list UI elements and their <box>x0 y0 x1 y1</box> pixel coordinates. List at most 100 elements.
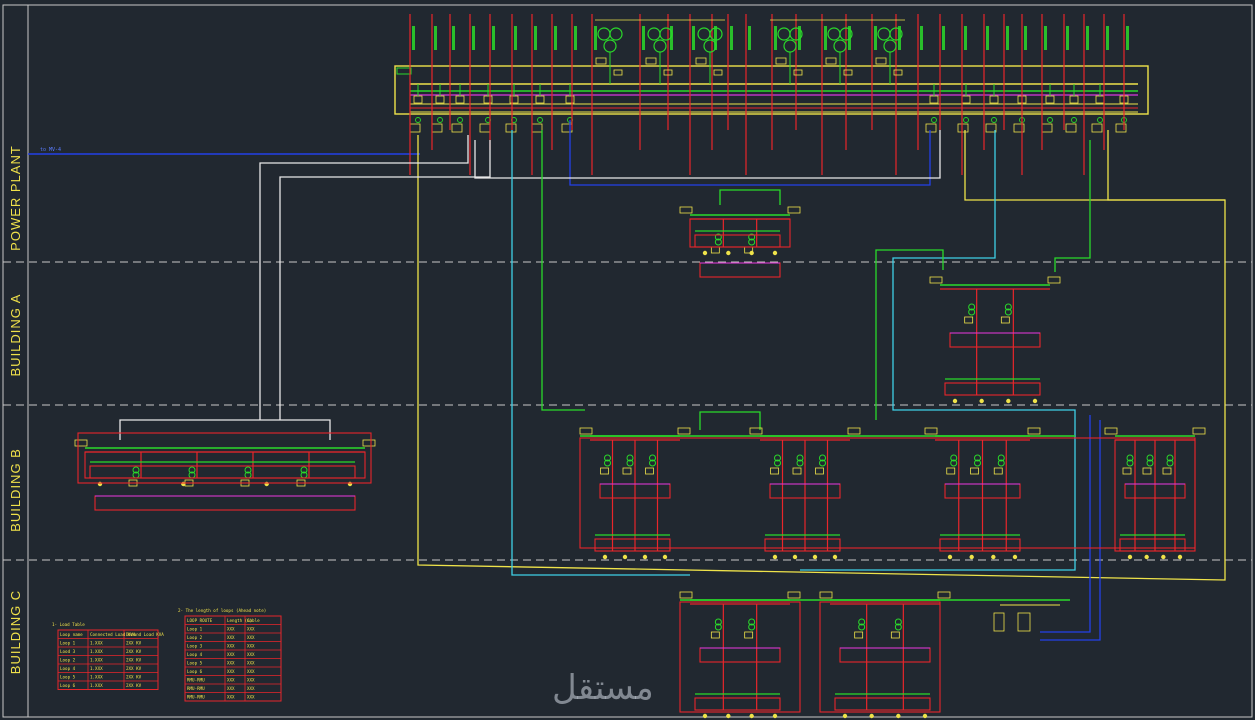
feeder-tag <box>942 26 945 50</box>
breaker-box <box>600 467 609 475</box>
feeder-tag <box>642 26 645 50</box>
feeder-tag <box>492 26 495 50</box>
rmu-box <box>1027 427 1041 435</box>
lv-panel <box>839 647 931 663</box>
incoming-feeder-label: to MV-4 <box>40 147 61 153</box>
lv-panel <box>834 697 931 711</box>
substation <box>924 427 1041 560</box>
table-cell: 2XX KV <box>126 666 142 671</box>
table-cell: Loop 6 <box>187 669 203 674</box>
table-cell: XXX <box>227 695 235 700</box>
feeder-routes <box>119 120 1226 641</box>
table-cell: Loop 4 <box>60 666 76 671</box>
cable-table-title: 2- The length of loops (Ahead note) <box>178 608 266 613</box>
breaker-box <box>993 467 1003 475</box>
feeder-tag <box>1044 26 1047 50</box>
table-cell: 2XX KV <box>126 658 142 663</box>
table-cell: XXX <box>227 678 235 683</box>
table-cell: XXX <box>247 695 255 700</box>
lv-panel <box>764 538 841 552</box>
rmu-box <box>847 427 861 435</box>
outgoing-marker <box>832 554 838 560</box>
outgoing-marker <box>602 554 608 560</box>
table-cell: XXX <box>227 627 235 632</box>
feeder-tag <box>1066 26 1069 50</box>
feeder-tag <box>1126 26 1129 50</box>
table-cell: Lood 3 <box>60 649 76 654</box>
feeder-tag <box>472 26 475 50</box>
substation <box>679 591 801 719</box>
rmu-box <box>1104 427 1118 435</box>
table-cell: RMU-RMU <box>187 686 205 691</box>
building-c-outline <box>679 601 801 713</box>
rmu-box <box>787 206 801 214</box>
table-cell: Loop 5 <box>187 661 203 666</box>
outgoing-marker <box>1006 398 1011 404</box>
outgoing-marker <box>969 554 974 560</box>
table-cell: XXX <box>247 669 255 674</box>
rmu-box <box>929 276 943 284</box>
table-cell: XXX <box>227 635 235 640</box>
outgoing-marker <box>662 554 668 560</box>
table-cell: XXX <box>227 669 235 674</box>
outgoing-marker <box>1127 554 1133 560</box>
feeder-tag <box>748 26 751 50</box>
breaker-box <box>970 467 979 475</box>
outgoing-marker <box>749 250 754 256</box>
outgoing-marker <box>772 554 778 560</box>
outgoing-marker <box>772 713 778 719</box>
outgoing-marker <box>726 250 731 256</box>
outgoing-marker <box>792 554 798 560</box>
zone-label-power-plant: POWER PLANT <box>8 145 23 251</box>
substation <box>819 591 951 719</box>
table-cell: XXX <box>247 652 255 657</box>
lv-panel <box>694 697 781 711</box>
table-cell: Loop 5 <box>60 675 76 680</box>
table-cell: Loop 2 <box>187 635 203 640</box>
rmu-box <box>1047 276 1061 284</box>
breaker-box <box>854 631 864 639</box>
load-table-title: 1- Load Table <box>52 622 85 627</box>
table-cell: XXX <box>227 661 235 666</box>
outgoing-marker <box>1161 554 1166 560</box>
table-cell: 1.XXX <box>90 666 103 671</box>
rmu-box <box>677 427 691 435</box>
outgoing-marker <box>812 554 818 560</box>
table-cell: RMU-RMU <box>187 678 205 683</box>
breaker-box <box>792 467 802 475</box>
feeder-tag <box>986 26 989 50</box>
table-cell: Loop 1 <box>187 627 203 632</box>
rmu-box <box>924 427 938 435</box>
feeder-tag <box>514 26 517 50</box>
outgoing-marker <box>922 713 928 719</box>
feeder-tag <box>534 26 537 50</box>
breaker-box <box>964 316 974 324</box>
table-cell: XXX <box>247 627 255 632</box>
table-cell: 2XX KV <box>126 649 142 654</box>
breaker-box <box>770 467 779 475</box>
table-header-cell: Loop name <box>60 632 83 637</box>
substation <box>1104 427 1206 560</box>
rmu-box <box>1192 427 1206 435</box>
table-cell: Loop 2 <box>60 658 76 663</box>
outgoing-marker <box>991 554 996 560</box>
feeder-tag <box>874 26 877 50</box>
table-cell: 1.XXX <box>90 641 103 646</box>
breaker-box <box>1142 467 1152 475</box>
outgoing-marker <box>622 554 628 560</box>
feeder-tag <box>1024 26 1027 50</box>
outgoing-marker <box>947 554 953 560</box>
feeder-tag <box>434 26 437 50</box>
rmu-box <box>1017 612 1031 632</box>
table-cell: XXX <box>227 686 235 691</box>
lv-panel <box>939 538 1021 552</box>
outgoing-marker <box>642 554 648 560</box>
transformer-symbol <box>595 27 623 84</box>
substation <box>74 439 376 511</box>
outgoing-marker <box>749 713 754 719</box>
feeder-tag <box>412 26 415 50</box>
feeder-tag <box>920 26 923 50</box>
feeder-tag <box>1086 26 1089 50</box>
load-table: 1- Load Table Loop name Connected Load KV… <box>52 622 164 690</box>
outgoing-marker <box>869 713 874 719</box>
